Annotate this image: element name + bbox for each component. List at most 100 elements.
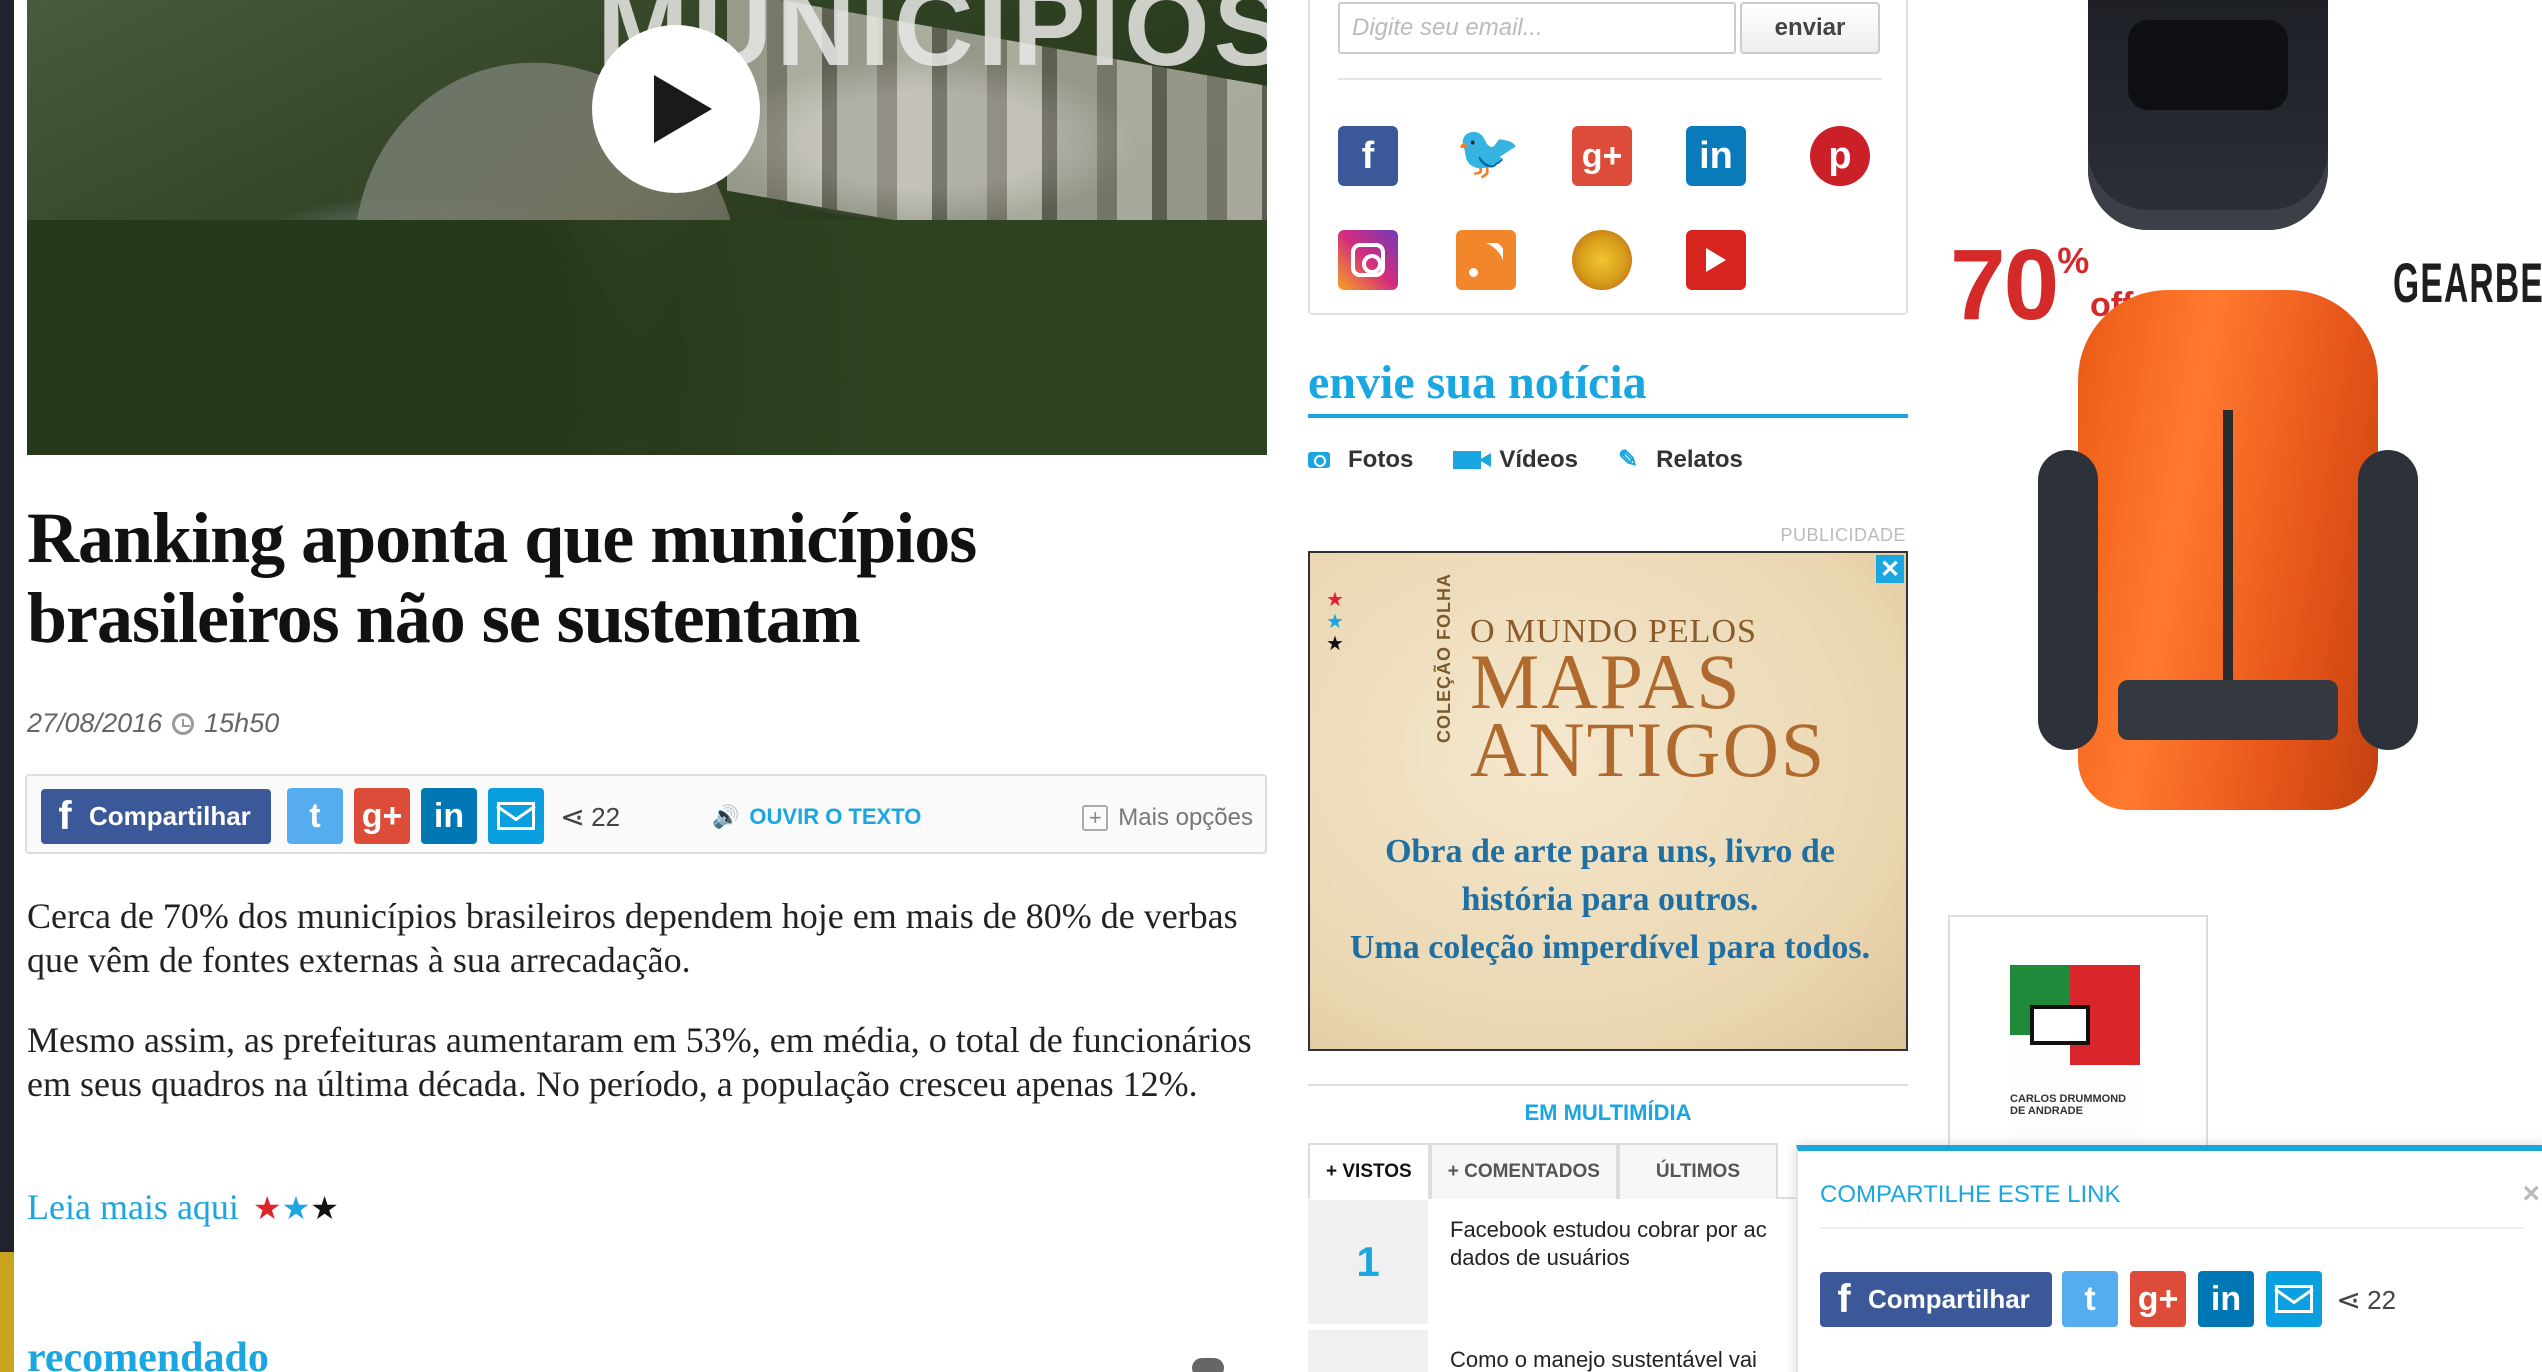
read-more-label: Leia mais aqui [27,1187,239,1227]
twitter-icon[interactable]: 🐦 [1456,122,1521,182]
video-player[interactable]: MUNICÍPIOS [27,0,1267,455]
tab-latest[interactable]: ÚLTIMOS [1617,1143,1778,1199]
stars-icon: ★★★ [1326,589,1344,655]
list-item[interactable]: Facebook estudou cobrar por ac dados de … [1450,1216,1800,1272]
share-count: ⋖ 22 [2336,1283,2396,1318]
speaker-icon: 🔊 [712,804,740,829]
facebook-icon[interactable]: f [1338,126,1398,186]
page: MUNICÍPIOS Ranking aponta que municípios… [0,0,2542,1372]
pinterest-icon[interactable]: p [1810,126,1870,186]
close-icon[interactable]: × [2522,1177,2540,1211]
radio-icon[interactable] [1572,230,1632,290]
list-item-line: Facebook estudou cobrar por ac [1450,1217,1767,1242]
youtube-icon[interactable] [1686,230,1746,290]
submit-reports-link[interactable]: ✎ Relatos [1618,445,1743,474]
newsletter-box: enviar f 🐦 g+ in p [1308,0,1908,315]
tab-most-viewed[interactable]: + VISTOS [1308,1143,1430,1199]
video-camera-icon [1453,450,1492,469]
share-bar: f Compartilhar t g+ in ⋖ 22 🔊 OUVIR O TE… [25,774,1267,854]
google-plus-icon[interactable]: g+ [1572,126,1632,186]
send-button[interactable]: enviar [1740,2,1880,54]
black-backpack-image [2088,0,2328,230]
gearbest-logo: GEARBEST [2393,251,2542,314]
play-icon[interactable] [592,25,760,193]
google-plus-icon: g+ [2137,1279,2179,1318]
email-share-button[interactable] [488,788,544,844]
linkedin-share-button[interactable]: in [2198,1271,2254,1327]
linkedin-icon: in [433,796,465,835]
facebook-share-button[interactable]: f Compartilhar [41,789,271,844]
orange-backpack-image [2038,290,2418,810]
submit-reports-label: Relatos [1656,445,1743,473]
list-item-line: dados de usuários [1450,1245,1630,1270]
listen-label: OUVIR O TEXTO [749,804,922,829]
linkedin-share-button[interactable]: in [421,788,477,844]
share-count: ⋖ 22 [560,800,620,835]
tab-most-commented[interactable]: + COMENTADOS [1429,1143,1618,1199]
book-cover-image: CARLOS DRUMMOND DE ANDRADE [2010,965,2140,1145]
facebook-share-button[interactable]: f Compartilhar [1820,1272,2052,1327]
ad-title-line3: ANTIGOS [1470,706,1827,793]
multimedia-title: EM MULTIMÍDIA [1524,1100,1692,1125]
share-count-value: 22 [591,802,621,832]
more-options-button[interactable]: + Mais opções [1082,804,1253,832]
article-time: 15h50 [204,708,280,738]
stars-icon: ★★★ [252,1190,339,1226]
email-field[interactable] [1338,2,1736,54]
twitter-share-button[interactable]: t [287,788,343,844]
more-options-label: Mais opções [1118,804,1253,831]
ad-tagline-line: história para outros. [1461,881,1759,918]
list-item-line: Como o manejo sustentável vai [1450,1347,1757,1372]
plus-icon: + [1082,805,1109,831]
submit-photos-label: Fotos [1348,445,1414,473]
submit-photos-link[interactable]: Fotos [1308,445,1413,474]
rank-number [1308,1330,1428,1372]
email-share-button[interactable] [2266,1271,2322,1327]
maps-advertisement[interactable]: ✕ ★ ★ ★ COLEÇÃO FOLHA O MUNDO PELOS MAPAS … [1308,551,1908,1051]
listen-button[interactable]: 🔊 OUVIR O TEXTO [712,804,921,830]
twitter-icon: t [2084,1279,2096,1318]
share-count-value: 22 [2367,1285,2397,1315]
article-dateline: 27/08/2016 15h50 [27,708,279,739]
ad-series-label: COLEÇÃO FOLHA [1434,573,1454,743]
linkedin-icon[interactable]: in [1686,126,1746,186]
ad-tagline: Obra de arte para uns, livro de história… [1340,828,1880,972]
divider [1338,78,1882,80]
discount-percent: 70% [1950,229,2089,341]
recommended-heading: recomendado [27,1335,269,1372]
article-paragraph: Mesmo assim, as prefeituras aumentaram e… [27,1020,1252,1104]
submit-news-title: envie sua notícia [1308,355,1908,418]
google-plus-share-button[interactable]: g+ [2130,1271,2186,1327]
google-plus-share-button[interactable]: g+ [354,788,410,844]
twitter-share-button[interactable]: t [2062,1271,2118,1327]
facebook-share-label: Compartilhar [1868,1284,2030,1314]
close-icon[interactable]: ✕ [1876,555,1904,583]
backpack-advertisement[interactable]: 70% off GEARBEST [1948,0,2542,850]
envelope-icon [497,802,535,830]
share-icon: ⋖ [560,801,586,834]
linkedin-icon: in [2210,1279,2242,1318]
ad-tagline-line: Uma coleção imperdível para todos. [1349,929,1871,966]
twitter-icon: t [309,796,321,835]
submit-videos-label: Vídeos [1499,445,1579,473]
clock-icon [172,712,195,735]
read-more-link[interactable]: Leia mais aqui ★★★ [27,1186,339,1228]
share-link-popup: COMPARTILHE ESTE LINK × f Compartilhar t… [1796,1145,2542,1372]
envelope-icon [2275,1285,2313,1313]
pencil-icon: ✎ [1618,446,1639,473]
google-plus-icon: g+ [361,796,403,835]
article-paragraph: Cerca de 70% dos municípios brasileiros … [27,896,1238,980]
rss-icon[interactable] [1456,230,1516,290]
instagram-icon[interactable] [1338,230,1398,290]
facebook-share-label: Compartilhar [89,801,251,831]
share-popup-title: COMPARTILHE ESTE LINK [1820,1181,2121,1208]
submit-news-links: Fotos Vídeos ✎ Relatos [1308,445,1743,474]
video-thumbnail-forest [27,220,1267,455]
facebook-icon: f [1837,1277,1851,1321]
list-item[interactable]: Como o manejo sustentável vai [1450,1346,1800,1372]
facebook-icon: f [58,794,72,838]
article-headline: Ranking aponta que municípios brasileiro… [27,498,977,658]
submit-videos-link[interactable]: Vídeos [1453,445,1578,474]
divider [1820,1227,2524,1229]
toggle-icon[interactable] [1192,1358,1224,1372]
